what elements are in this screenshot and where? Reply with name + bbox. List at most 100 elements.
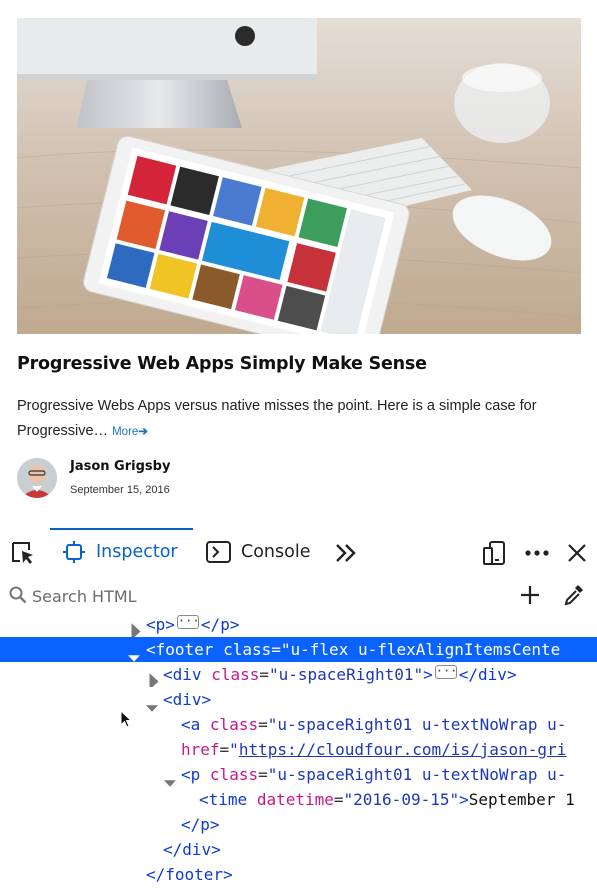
collapsed-content-badge[interactable] [434,662,457,684]
tag-bracket: > [211,840,221,859]
tag-bracket: < [199,790,209,809]
arrow-right-icon: ➔ [138,426,148,438]
tag-bracket: < [181,765,191,784]
tab-console[interactable]: Console [206,528,310,576]
tag-bracket: > [165,615,175,634]
responsive-design-icon [483,541,505,565]
eyedropper-icon[interactable] [563,583,585,607]
tag-name: div [478,665,507,684]
add-node-icon[interactable] [520,585,540,605]
tag-name: a [190,715,201,734]
tree-node-p-expanded[interactable]: <p class="u-spaceRight01 u-textNoWrap u- [0,762,597,787]
tag-bracket: > [459,790,469,809]
tag-name: p [220,615,230,634]
tab-inspector[interactable]: Inspector [50,528,193,576]
tree-node-footer-close[interactable]: </footer> [0,862,597,887]
tree-node-p-close[interactable]: </p> [0,812,597,837]
tag-bracket: > [223,865,233,884]
tree-node-footer-selected[interactable]: <footer class="u-flex u-flexAlignItemsCe… [0,637,597,662]
console-icon [206,541,231,563]
tag-bracket: < [163,690,173,709]
pick-element-button[interactable] [10,540,36,566]
tag-name: p [155,615,166,634]
attr-value: "u-spaceRight01 u-textNoWrap u- [267,765,567,784]
tag-bracket: > [209,815,220,834]
expand-arrow-icon[interactable] [130,619,142,637]
attr-value: "2016-09-15" [343,790,460,809]
attr-equals: = [219,740,230,759]
mouse-cursor-icon [120,710,132,728]
responsive-design-button[interactable] [482,540,506,566]
close-devtools-button[interactable] [566,540,588,566]
expand-arrow-icon[interactable] [148,669,160,687]
tag-bracket: </ [163,840,183,859]
attr-name: class [209,715,259,734]
pick-element-icon [12,542,33,564]
article-excerpt: Progressive Webs Apps versus native miss… [17,394,577,445]
tree-node-a[interactable]: <a class="u-spaceRight01 u-textNoWrap u- [0,712,597,737]
tag-bracket: > [229,615,240,634]
tab-inspector-label: Inspector [96,542,178,562]
attr-quote: " [229,740,239,759]
excerpt-text: Progressive Webs Apps versus native miss… [17,398,537,439]
tree-node-p[interactable]: <p></p> [0,612,597,637]
tree-node-time[interactable]: <time datetime="2016-09-15">September 1 [0,787,597,812]
overflow-menu-button[interactable] [524,540,550,566]
attr-name: class [209,765,259,784]
search-icon [9,586,27,604]
tag-name: div [172,665,202,684]
tag-bracket: > [506,665,517,684]
tree-node-div-expanded[interactable]: <div> [0,687,597,712]
tag-bracket: < [163,665,173,684]
tab-console-label: Console [241,542,311,562]
article-hero-image [17,18,581,334]
tag-bracket: < [181,715,191,734]
tag-bracket: < [146,615,156,634]
attr-value: "u-flex u-flexAlignItemsCente [280,640,561,659]
tree-node-a-href[interactable]: href="https://cloudfour.com/is/jason-gri [0,737,597,762]
attr-equals: = [333,790,344,809]
tree-node-div-close[interactable]: </div> [0,837,597,862]
author-name[interactable]: Jason Grigsby [70,459,170,474]
more-horizontal-icon [525,550,549,556]
collapse-arrow-icon[interactable] [128,646,140,662]
attr-name: class [211,665,260,684]
devtools-panel: Inspector Console Search HTML <p> ··· </… [0,528,597,888]
attr-value: "u-spaceRight01 u-textNoWrap u- [267,715,567,734]
tag-bracket: </ [200,615,221,634]
attr-name: href [181,740,220,759]
author-avatar [17,458,57,498]
tag-bracket: </ [458,665,479,684]
search-html-input[interactable] [32,580,472,612]
tree-node-div[interactable]: <div class="u-spaceRight01"></div> [0,662,597,687]
attr-equals: = [258,715,268,734]
attr-link-value[interactable]: https://cloudfour.com/is/jason-gri [239,740,567,759]
collapse-arrow-icon[interactable] [164,771,176,787]
tag-bracket: </ [181,815,201,834]
tag-bracket: < [146,640,156,659]
html-search-bar [0,580,597,612]
attr-value: "u-spaceRight01" [269,665,424,684]
collapsed-content-badge[interactable] [176,612,199,634]
text-node: September 1 [468,790,575,809]
inspector-icon [63,541,85,563]
tag-bracket: > [201,690,212,709]
attr-name: class [223,640,272,659]
attr-equals: = [258,765,268,784]
more-link[interactable]: More➔ [112,426,148,438]
tag-name: div [172,690,202,709]
more-tabs-button[interactable] [334,540,358,566]
attr-equals: = [271,640,281,659]
close-icon [568,544,586,562]
devtools-toolbar: Inspector Console [0,528,597,576]
more-label: More [112,426,139,438]
chevron-double-right-icon [336,544,356,562]
attr-name: datetime [256,790,334,809]
attr-equals: = [259,665,269,684]
tag-name: footer [165,865,224,884]
article-title[interactable]: Progressive Web Apps Simply Make Sense [17,354,427,374]
tag-name: div [182,840,212,859]
collapse-arrow-icon[interactable] [146,696,158,712]
hero-photo [17,18,581,334]
tag-bracket: > [423,665,433,684]
